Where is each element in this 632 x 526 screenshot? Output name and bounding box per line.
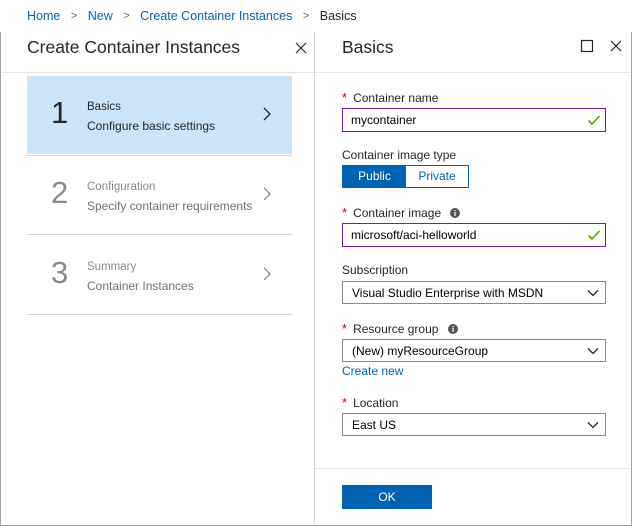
container-image-value: microsoft/aci-helloworld [351,228,477,242]
location-select[interactable]: East US [342,413,606,436]
chevron-down-icon [587,420,599,430]
subscription-label: Subscription [342,263,409,277]
image-type-toggle: Public Private [342,165,469,188]
breadcrumb-home[interactable]: Home [27,9,60,23]
ok-button[interactable]: OK [342,485,432,509]
chevron-right-icon [261,186,273,202]
subscription-value: Visual Studio Enterprise with MSDN [352,286,544,300]
chevron-down-icon [587,288,599,298]
container-name-label: * Container name [342,90,439,105]
close-icon[interactable] [608,38,624,54]
step-number: 3 [51,255,69,290]
step-title: Summary [87,261,137,273]
required-asterisk: * [342,90,348,105]
step-description: Specify container requirements [87,199,253,213]
wizard-blade-title: Create Container Instances [27,37,241,57]
breadcrumb-current: Basics [319,8,357,23]
wizard-blade-header: Create Container Instances [2,32,314,73]
info-icon[interactable] [450,208,461,218]
step-description: Configure basic settings [87,119,216,133]
basics-blade: Basics * Container name mycontainer Conta… [316,32,630,524]
image-type-label: Container image type [342,148,457,162]
chevron-right-icon [261,106,273,122]
checkmark-icon [587,229,601,241]
close-icon[interactable] [293,40,309,56]
breadcrumb-separator-icon: > [302,9,310,22]
container-name-value: mycontainer [351,113,417,127]
image-type-public-option[interactable]: Public [343,166,406,187]
container-image-label: * Container image [342,205,461,220]
step-number: 2 [51,175,69,210]
wizard-step-basics[interactable]: 1 Basics Configure basic settings [27,76,292,154]
breadcrumb-separator-icon: > [123,9,130,22]
step-description: Container Instances [87,279,194,293]
breadcrumb-create-container-instances[interactable]: Create Container Instances [140,9,292,23]
footer-divider [316,468,630,469]
resource-group-label: * Resource group [342,321,458,336]
breadcrumb-separator-icon: > [70,9,78,22]
container-image-input[interactable]: microsoft/aci-helloworld [342,223,606,247]
breadcrumb: Home > New > Create Container Instances … [0,0,632,32]
image-type-private-option[interactable]: Private [406,166,468,187]
step-number: 1 [51,95,69,130]
step-divider [27,234,292,235]
basics-blade-title: Basics [342,37,394,57]
breadcrumb-new[interactable]: New [88,9,113,23]
step-divider [27,314,292,315]
required-asterisk: * [342,321,348,336]
subscription-select[interactable]: Visual Studio Enterprise with MSDN [342,281,606,304]
maximize-icon[interactable] [579,38,595,54]
chevron-down-icon [587,346,599,356]
required-asterisk: * [342,205,348,220]
step-title: Basics [87,101,121,113]
required-asterisk: * [342,395,348,410]
wizard-step-summary[interactable]: 3 Summary Container Instances [27,236,292,314]
wizard-blade: Create Container Instances 1 Basics Conf… [2,32,315,524]
resource-group-select[interactable]: (New) myResourceGroup [342,339,606,362]
location-value: East US [352,418,397,432]
create-new-resource-group-link[interactable]: Create new [342,364,403,378]
basics-blade-header: Basics [316,32,630,73]
resource-group-value: (New) myResourceGroup [352,344,489,358]
wizard-step-configuration[interactable]: 2 Configuration Specify container requir… [27,156,292,234]
info-icon[interactable] [447,324,458,334]
step-title: Configuration [87,181,156,193]
checkmark-icon [587,114,601,126]
chevron-right-icon [261,266,273,282]
location-label: * Location [342,395,399,410]
container-name-input[interactable]: mycontainer [342,108,606,132]
